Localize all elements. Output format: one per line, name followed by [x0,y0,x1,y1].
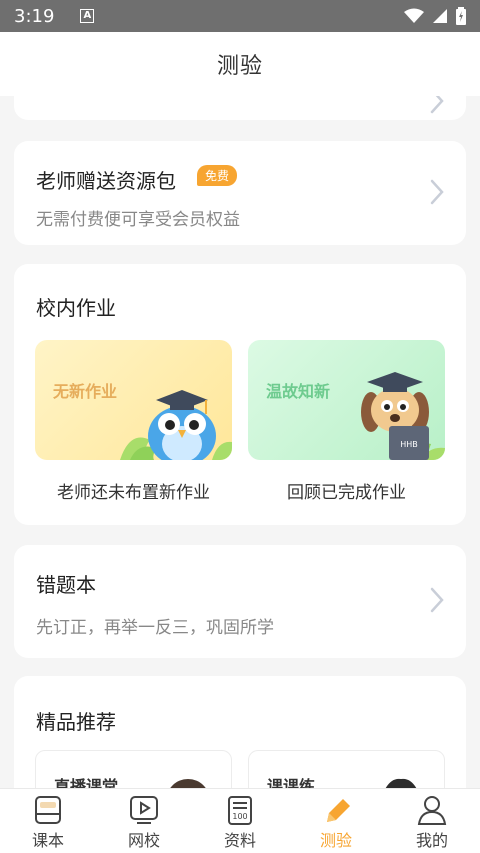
battery-icon [456,7,466,25]
no-new-homework-caption: 老师还未布置新作业 [57,483,210,503]
document-icon: 100 [228,796,252,825]
status-bar: 3:19 A [0,0,480,32]
chevron-right-icon [430,587,444,613]
tab-quiz[interactable]: 测验 [288,789,384,853]
review-homework-label: 温故知新 [266,382,331,401]
review-homework-caption: 回顾已完成作业 [287,483,406,503]
book-icon [35,796,61,824]
review-homework-tile[interactable]: 温故知新 HHB [248,340,445,460]
tab-textbook[interactable]: 课本 [0,789,96,853]
svg-text:100: 100 [232,812,247,821]
recommend-title: 精品推荐 [36,710,116,734]
page-header: 测验 [0,32,480,96]
svg-text:HHB: HHB [400,440,418,449]
free-badge: 免费 [197,165,238,186]
tab-mine-label: 我的 [415,831,448,850]
tab-mine[interactable]: 我的 [384,789,480,853]
resource-pack-card[interactable]: 老师赠送资源包 免费 无需付费便可享受会员权益 [14,141,466,245]
practice-label: 课课练 [267,777,316,788]
dog-mascot-icon: HHB [361,372,445,460]
tab-online-school[interactable]: 网校 [96,789,192,853]
live-class-item[interactable]: 直播课堂 [35,750,232,788]
signal-icon [433,9,447,23]
wifi-icon [404,8,424,23]
practice-item[interactable]: 课课练 [248,750,445,788]
person-icon [417,796,447,825]
pen-icon [327,799,350,822]
status-time: 3:19 [14,5,55,27]
play-icon [130,796,158,824]
tab-online-school-label: 网校 [127,831,160,850]
page-title: 测验 [216,54,263,79]
recommend-card: 精品推荐 直播课堂 课课练 [14,676,466,788]
no-new-homework-label: 无新作业 [53,382,118,401]
no-new-homework-tile[interactable]: 无新作业 [35,340,232,460]
tab-materials-label: 资料 [223,831,256,850]
mistake-book-title: 错题本 [36,573,96,597]
resource-pack-title: 老师赠送资源包 [36,169,176,193]
notification-a-icon: A [80,9,95,23]
live-class-label: 直播课堂 [54,777,119,788]
owl-mascot-icon [120,390,232,460]
mistake-book-card[interactable]: 错题本 先订正，再举一反三，巩固所学 [14,545,466,658]
resource-pack-subtitle: 无需付费便可享受会员权益 [36,210,240,230]
homework-card: 校内作业 无新作业 老师还未布置新作业 温故知新 HHB 回顾已完成作业 [14,264,466,525]
chevron-right-icon [430,179,444,205]
partial-card[interactable] [14,96,466,120]
tab-quiz-label: 测验 [319,831,352,850]
homework-title: 校内作业 [36,296,116,320]
tab-textbook-label: 课本 [31,831,64,850]
bottom-tab-bar: 课本 网校 100 资料 测验 我的 [0,788,480,853]
content-scroll[interactable]: 老师赠送资源包 免费 无需付费便可享受会员权益 校内作业 无新作业 老师还未布置… [0,96,480,788]
teacher-avatar-icon [170,779,206,788]
mistake-book-subtitle: 先订正，再举一反三，巩固所学 [36,618,274,638]
teacher-avatar-icon [385,778,417,788]
chevron-right-icon [430,96,444,114]
tab-materials[interactable]: 100 资料 [192,789,288,853]
